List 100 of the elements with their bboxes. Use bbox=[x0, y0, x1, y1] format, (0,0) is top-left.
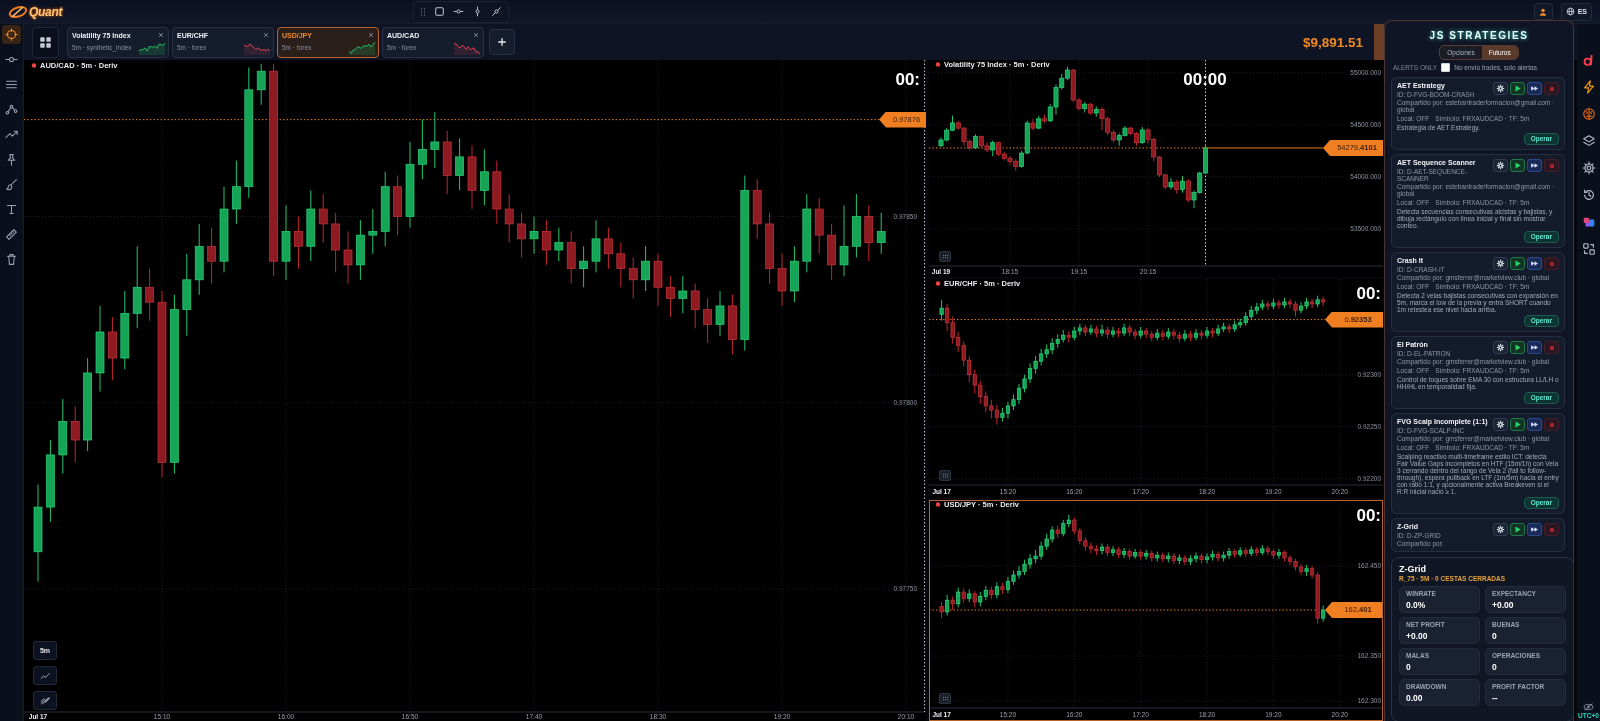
fast-forward-icon bbox=[1530, 161, 1539, 170]
candlestick bbox=[343, 230, 353, 285]
crosshair-icon[interactable] bbox=[2, 25, 21, 44]
candlestick bbox=[529, 215, 539, 255]
candlestick bbox=[145, 268, 154, 322]
close-icon[interactable] bbox=[263, 31, 269, 38]
settings-button[interactable] bbox=[1493, 523, 1508, 536]
candlestick bbox=[628, 256, 638, 299]
candlestick bbox=[318, 193, 328, 244]
layout-toggle-button[interactable] bbox=[939, 251, 951, 262]
stat-value: 0.0% bbox=[1406, 600, 1427, 611]
fast-forward-button[interactable] bbox=[1527, 82, 1542, 95]
layout-toggle-button[interactable] bbox=[939, 470, 951, 481]
vertical-node-icon[interactable] bbox=[472, 6, 483, 17]
layout-toggle-button[interactable] bbox=[939, 693, 951, 704]
fast-forward-icon bbox=[1530, 259, 1539, 268]
settings-button[interactable] bbox=[1493, 257, 1508, 270]
candlestick bbox=[1182, 329, 1187, 342]
play-button[interactable] bbox=[1510, 418, 1525, 431]
candlestick bbox=[70, 405, 80, 463]
candlestick bbox=[777, 253, 787, 307]
candlestick bbox=[1168, 177, 1174, 190]
fast-forward-button[interactable] bbox=[1527, 257, 1542, 270]
fast-forward-button[interactable] bbox=[1527, 418, 1542, 431]
play-button[interactable] bbox=[1510, 341, 1525, 354]
play-button[interactable] bbox=[1510, 159, 1525, 172]
settings-icon[interactable] bbox=[1581, 161, 1596, 175]
close-icon[interactable] bbox=[158, 31, 164, 38]
stat-value: 0 bbox=[1492, 662, 1498, 673]
fast-forward-button[interactable] bbox=[1527, 159, 1542, 172]
alerts-checkbox[interactable] bbox=[1441, 63, 1451, 72]
candlestick bbox=[1110, 545, 1116, 557]
candlestick bbox=[956, 587, 961, 608]
fast-forward-icon bbox=[1530, 343, 1539, 352]
diagonal-node-icon[interactable] bbox=[491, 6, 502, 17]
stat-value: 0 bbox=[1492, 631, 1498, 642]
layers-icon[interactable] bbox=[1581, 134, 1596, 148]
candlestick bbox=[876, 212, 886, 255]
rectangle-tool-icon[interactable] bbox=[434, 6, 445, 17]
candlestick bbox=[666, 275, 675, 318]
history-icon[interactable] bbox=[1581, 188, 1596, 202]
add-tab-button[interactable] bbox=[489, 29, 515, 55]
stop-icon bbox=[1547, 84, 1556, 93]
candlestick bbox=[616, 242, 626, 288]
fast-forward-icon bbox=[1530, 525, 1539, 534]
blocks-icon[interactable] bbox=[1581, 215, 1596, 229]
close-icon[interactable] bbox=[368, 31, 374, 38]
account-button[interactable] bbox=[1533, 3, 1553, 20]
eye-off-icon[interactable] bbox=[1583, 703, 1594, 711]
line-chart-icon bbox=[39, 671, 51, 680]
settings-button[interactable] bbox=[1493, 159, 1508, 172]
play-icon bbox=[1513, 525, 1522, 534]
live-dot-icon bbox=[31, 63, 37, 68]
settings-button[interactable] bbox=[1493, 341, 1508, 354]
candlestick bbox=[715, 290, 725, 337]
stat-value: +0.00 bbox=[1406, 631, 1429, 642]
play-icon bbox=[1513, 84, 1522, 93]
stat-value: 0.00 bbox=[1406, 693, 1424, 704]
bolt-icon[interactable] bbox=[1581, 80, 1596, 94]
fast-forward-button[interactable] bbox=[1527, 523, 1542, 536]
candlestick bbox=[294, 215, 303, 270]
play-button[interactable] bbox=[1510, 82, 1525, 95]
stat-value: 0 bbox=[1406, 662, 1412, 673]
candlestick bbox=[1133, 548, 1138, 560]
close-icon[interactable] bbox=[473, 31, 479, 38]
candlestick bbox=[1110, 326, 1116, 338]
candlestick bbox=[1182, 554, 1187, 566]
play-icon bbox=[1513, 259, 1522, 268]
countdown-timer: 00:00 bbox=[1183, 70, 1227, 89]
play-icon bbox=[1513, 161, 1522, 170]
settings-icon bbox=[1496, 420, 1505, 429]
settings-icon bbox=[1496, 161, 1505, 170]
candlestick bbox=[1171, 552, 1176, 565]
candlestick bbox=[232, 160, 241, 225]
fast-forward-icon bbox=[1530, 420, 1539, 429]
swap-icon[interactable] bbox=[1581, 242, 1596, 256]
logo-mark-icon[interactable] bbox=[1581, 53, 1596, 67]
candlestick bbox=[703, 297, 712, 344]
fast-forward-button[interactable] bbox=[1527, 341, 1542, 354]
candlestick bbox=[1088, 324, 1093, 336]
summary-title: Z-Grid bbox=[1399, 564, 1427, 574]
countdown-timer: 00: bbox=[1356, 506, 1381, 525]
play-button[interactable] bbox=[1510, 523, 1525, 536]
settings-button[interactable] bbox=[1493, 418, 1508, 431]
settings-icon bbox=[1496, 525, 1505, 534]
drag-handle-icon[interactable] bbox=[420, 6, 426, 17]
circle-pattern-icon[interactable] bbox=[1581, 107, 1596, 121]
play-button[interactable] bbox=[1510, 257, 1525, 270]
candlestick bbox=[1099, 542, 1105, 555]
logo-text: Quant bbox=[29, 4, 63, 19]
stat-value: -- bbox=[1492, 693, 1499, 704]
settings-button[interactable] bbox=[1493, 82, 1508, 95]
user-icon bbox=[1538, 6, 1549, 17]
candlestick bbox=[1204, 326, 1210, 339]
layout-button[interactable] bbox=[32, 26, 59, 58]
play-icon bbox=[1513, 420, 1522, 429]
chart-type-button[interactable] bbox=[33, 666, 57, 685]
live-dot-icon bbox=[935, 502, 941, 507]
chart-style-button[interactable] bbox=[33, 691, 57, 710]
candlestick bbox=[1185, 178, 1191, 203]
